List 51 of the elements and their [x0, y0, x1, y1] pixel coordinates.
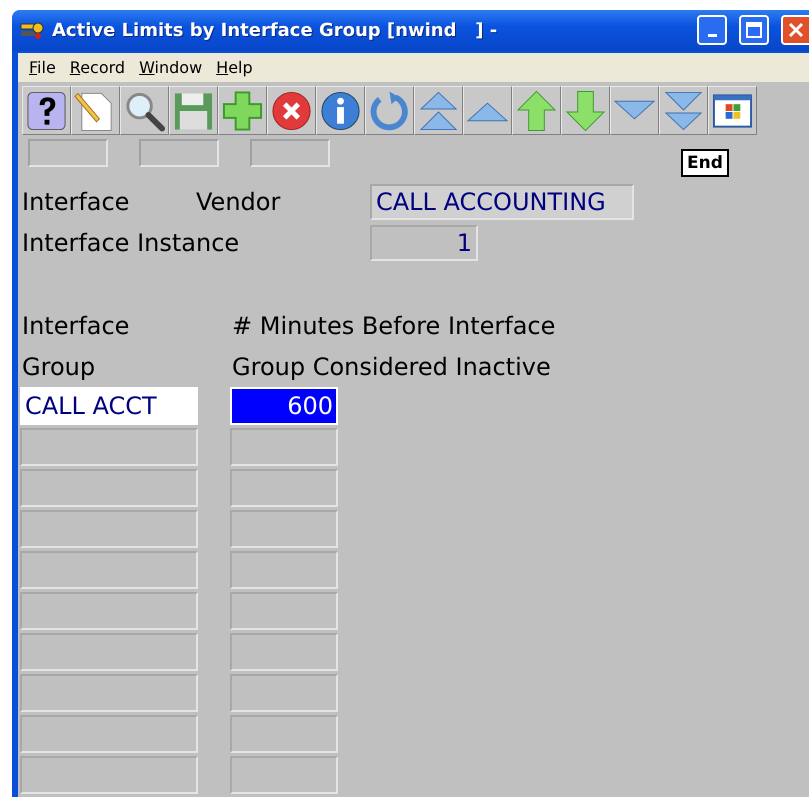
plus-icon	[221, 88, 264, 132]
group-cell[interactable]	[20, 510, 198, 548]
minutes-cell[interactable]	[230, 756, 338, 794]
menu-item[interactable]: Help	[211, 56, 258, 79]
instance-field[interactable]: 1	[370, 224, 478, 260]
field-label: Interface Instance	[22, 228, 240, 256]
menu-item[interactable]: File	[24, 56, 61, 79]
minutes-cell[interactable]	[230, 592, 338, 630]
column-header: # Minutes Before Interface	[232, 312, 556, 340]
menu-item[interactable]: Window	[134, 56, 208, 79]
minutes-cell[interactable]	[230, 674, 338, 712]
group-cell[interactable]	[20, 756, 198, 794]
toolbar-button[interactable]	[267, 86, 316, 135]
group-cell[interactable]	[20, 674, 198, 712]
down-arrow-icon	[564, 88, 607, 132]
field-label: Interface	[22, 188, 130, 216]
circular-arrow-icon	[368, 88, 411, 132]
group-cell[interactable]	[20, 469, 198, 507]
close-icon	[787, 21, 805, 40]
field-label: Vendor	[196, 188, 282, 216]
column-header: Group	[22, 352, 96, 380]
minimize-icon	[708, 34, 716, 37]
toolbar-button[interactable]	[22, 86, 71, 135]
minutes-cell[interactable]	[230, 551, 338, 589]
window-title: Active Limits by Interface Group [nwind ] -	[52, 20, 498, 41]
close-button[interactable]	[781, 15, 809, 46]
group-cell[interactable]: CALL ACCT	[20, 387, 198, 425]
end-tooltip: End	[681, 149, 729, 177]
toolbar-button[interactable]	[316, 86, 365, 135]
vendor-field[interactable]: CALL ACCOUNTING	[370, 184, 634, 220]
toolbar-button[interactable]	[708, 86, 757, 135]
maximize-icon	[746, 22, 762, 38]
minutes-cell[interactable]	[230, 428, 338, 466]
minutes-cell[interactable]	[230, 633, 338, 671]
group-cell[interactable]	[20, 428, 198, 466]
minimize-button[interactable]	[697, 15, 727, 46]
group-cell[interactable]	[20, 551, 198, 589]
menu-item[interactable]: Record	[64, 56, 130, 79]
group-cell[interactable]	[20, 633, 198, 671]
minutes-cell[interactable]	[230, 469, 338, 507]
column-header: Interface	[22, 312, 130, 340]
up-arrow-icon	[515, 88, 558, 132]
minutes-cell[interactable]	[230, 510, 338, 548]
minutes-cell[interactable]	[230, 715, 338, 753]
group-cell[interactable]	[20, 592, 198, 630]
maximize-button[interactable]	[739, 15, 769, 46]
key-icon	[20, 20, 44, 40]
group-cell[interactable]	[20, 715, 198, 753]
minutes-cell[interactable]: 600	[230, 387, 338, 425]
toolbar-button[interactable]	[120, 86, 169, 135]
column-header: Group Considered Inactive	[232, 352, 551, 380]
